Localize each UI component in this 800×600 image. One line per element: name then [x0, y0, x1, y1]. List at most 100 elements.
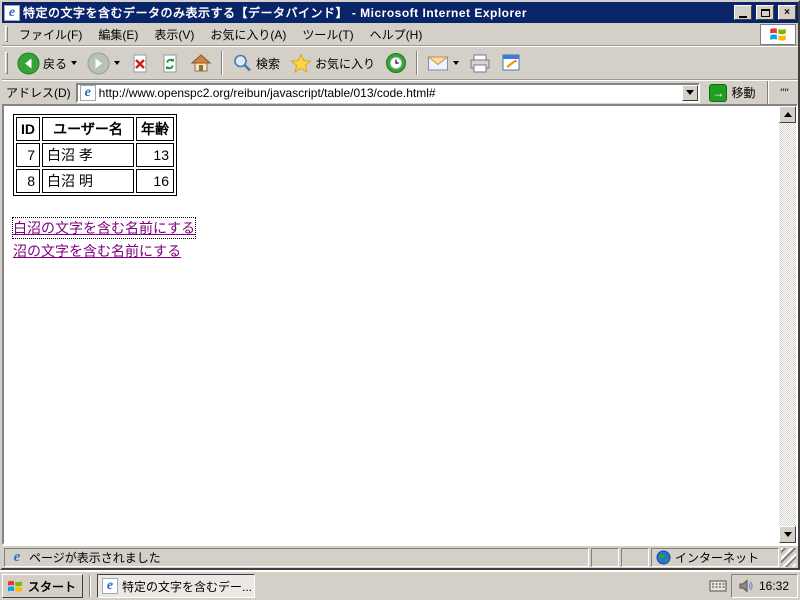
title-bar: e 特定の文字を含むデータのみ表示する【データバインド】 - Microsoft…: [2, 2, 798, 23]
print-button[interactable]: [465, 51, 495, 76]
table-header-row: ID ユーザー名 年齢: [16, 117, 174, 141]
search-button[interactable]: 検索: [228, 51, 284, 76]
home-button[interactable]: [186, 51, 216, 76]
home-icon: [190, 53, 212, 71]
ie-page-icon: e: [4, 4, 20, 21]
cell-id: 8: [16, 169, 40, 193]
start-label: スタート: [28, 579, 77, 594]
toolbar-grip[interactable]: [5, 51, 8, 75]
internet-globe-icon: [656, 550, 671, 565]
link-list: 白沼の文字を含む名前にする 沼の文字を含む名前にする: [11, 217, 779, 261]
mail-icon: [427, 56, 449, 71]
edit-button[interactable]: [497, 51, 526, 75]
status-ie-icon: e: [13, 549, 21, 565]
close-button[interactable]: ×: [778, 5, 796, 20]
windows-flag-icon: [768, 24, 788, 44]
back-dropdown-icon[interactable]: [71, 61, 78, 65]
menu-help[interactable]: ヘルプ(H): [362, 23, 431, 46]
cell-username: 白沼 孝: [42, 143, 134, 167]
browser-window: e 特定の文字を含むデータのみ表示する【データバインド】 - Microsoft…: [0, 0, 800, 570]
web-page: ID ユーザー名 年齢 7 白沼 孝 13 8 白沼 明 16 白沼の文字を含む…: [4, 106, 779, 543]
refresh-button[interactable]: [156, 51, 184, 76]
menu-bar: ファイル(F) 編集(E) 表示(V) お気に入り(A) ツール(T) ヘルプ(…: [2, 23, 798, 46]
links-label: "": [779, 85, 788, 100]
back-icon: [17, 52, 40, 74]
zone-label: インターネット: [675, 551, 760, 565]
forward-icon: [87, 52, 110, 74]
scroll-down-button[interactable]: [779, 526, 796, 543]
filter-link-numa[interactable]: 沼の文字を含む名前にする: [13, 241, 181, 261]
start-button[interactable]: スタート: [2, 574, 84, 598]
minimize-button[interactable]: [734, 5, 752, 20]
history-icon: [386, 53, 407, 73]
favorites-button[interactable]: お気に入り: [286, 51, 379, 76]
address-url[interactable]: http://www.openspc2.org/reibun/javascrip…: [99, 86, 680, 100]
mail-dropdown-icon[interactable]: [453, 61, 460, 65]
ime-keyboard-icon[interactable]: [709, 579, 727, 593]
search-icon: [234, 54, 251, 71]
status-empty-pane: [591, 548, 619, 567]
address-input[interactable]: e http://www.openspc2.org/reibun/javascr…: [75, 82, 701, 103]
menu-view[interactable]: 表示(V): [146, 23, 202, 46]
status-message-pane: e ページが表示されました: [4, 548, 589, 567]
windows-logo-throbber: [760, 23, 796, 45]
header-id: ID: [16, 117, 40, 141]
stop-button[interactable]: [126, 51, 154, 76]
maximize-button[interactable]: [756, 5, 774, 20]
favorites-label: お気に入り: [315, 56, 376, 71]
status-empty-pane-2: [621, 548, 649, 567]
back-button[interactable]: 戻る: [13, 50, 81, 77]
standard-toolbar: 戻る 検索 お気に入り: [2, 46, 798, 80]
table-row: 8 白沼 明 16: [16, 169, 174, 193]
cell-age: 16: [136, 169, 174, 193]
menubar-grip[interactable]: [5, 26, 8, 42]
forward-dropdown-icon[interactable]: [114, 61, 121, 65]
refresh-icon: [163, 54, 177, 72]
clock[interactable]: 16:32: [759, 579, 789, 593]
print-icon: [470, 54, 490, 72]
address-label: アドレス(D): [6, 86, 71, 100]
links-toolbar[interactable]: "": [777, 86, 794, 100]
menu-edit[interactable]: 編集(E): [90, 23, 146, 46]
taskbar: スタート e 特定の文字を含むデー... 16:32: [0, 570, 800, 600]
chevron-down-icon: [686, 90, 695, 95]
status-text: ページが表示されました: [29, 551, 161, 565]
address-bar: アドレス(D) e http://www.openspc2.org/reibun…: [2, 80, 798, 105]
resize-grip[interactable]: [781, 548, 796, 567]
vertical-scrollbar[interactable]: [779, 106, 796, 543]
toolbar-separator-2: [416, 51, 419, 75]
filter-link-shiranuma[interactable]: 白沼の文字を含む名前にする: [11, 217, 197, 239]
menu-tools[interactable]: ツール(T): [294, 23, 361, 46]
header-age: 年齢: [136, 117, 174, 141]
maximize-icon: [760, 8, 770, 17]
task-label: 特定の文字を含むデー...: [122, 579, 253, 594]
address-dropdown-button[interactable]: [682, 84, 699, 101]
content-area: ID ユーザー名 年齢 7 白沼 孝 13 8 白沼 明 16 白沼の文字を含む…: [2, 104, 798, 545]
minimize-icon: [739, 15, 747, 18]
cell-id: 7: [16, 143, 40, 167]
toolbar-separator: [221, 51, 224, 75]
taskbar-task-button[interactable]: e 特定の文字を含むデー...: [97, 574, 256, 598]
volume-speaker-icon[interactable]: [738, 578, 754, 594]
system-tray: 16:32: [730, 574, 798, 598]
go-arrow-icon: →: [709, 83, 728, 102]
cell-username: 白沼 明: [42, 169, 134, 193]
forward-button[interactable]: [83, 50, 124, 77]
status-bar: e ページが表示されました インターネット: [2, 545, 798, 568]
taskbar-separator: [89, 575, 92, 597]
stop-icon: [133, 54, 147, 72]
arrow-up-icon: [783, 112, 792, 117]
favorites-star-icon: [290, 52, 312, 73]
menu-favorites[interactable]: お気に入り(A): [202, 23, 294, 46]
back-label: 戻る: [43, 56, 68, 71]
go-button[interactable]: → 移動: [705, 83, 759, 103]
addressbar-separator: [767, 80, 770, 105]
scroll-up-button[interactable]: [779, 106, 796, 123]
scrollbar-track[interactable]: [779, 123, 796, 526]
mail-button[interactable]: [423, 52, 463, 74]
cell-age: 13: [136, 143, 174, 167]
table-row: 7 白沼 孝 13: [16, 143, 174, 167]
page-favicon: e: [79, 84, 96, 101]
history-button[interactable]: [381, 50, 411, 76]
menu-file[interactable]: ファイル(F): [11, 23, 90, 46]
